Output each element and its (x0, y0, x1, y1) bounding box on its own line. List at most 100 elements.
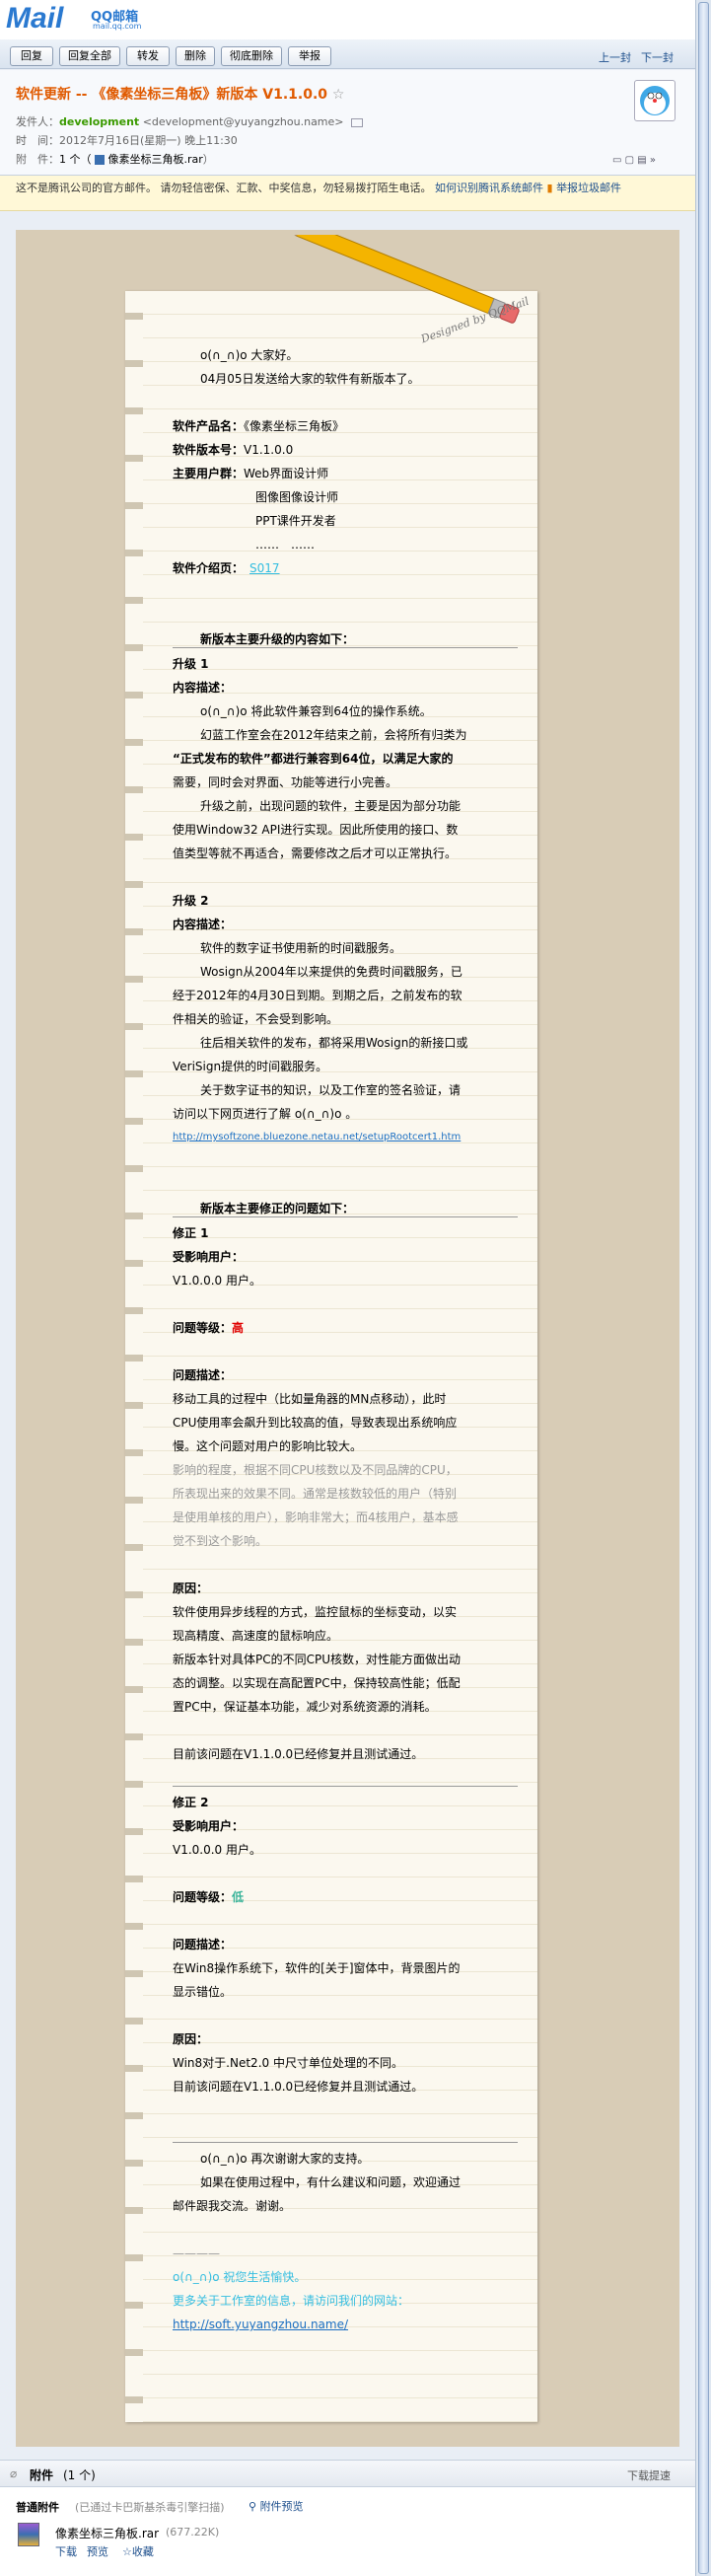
mail-toolbar: 回复 回复全部 转发 删除 彻底删除 举报 上一封 下一封 (0, 39, 695, 69)
upgrade2-line: 件相关的验证，不会受到影响。 (173, 1012, 339, 1026)
fix2-problem-line: 在Win8操作系统下，软件的[关于]窗体中，背景图片的 (173, 1961, 461, 1975)
logo-domain: mail.qq.com (93, 22, 142, 31)
fix2-level-row: 问题等级：低 (173, 1885, 518, 1909)
mail-header: 软件更新 -- 《像素坐标三角板》新版本 V1.1.0.0 ☆ 发件人：deve… (0, 70, 695, 176)
report-button[interactable]: 举报 (288, 46, 331, 66)
attachment-preview-all[interactable]: ⚲ 附件预览 (249, 2498, 304, 2514)
fix1-cause-line: 软件使用异步线程的方式，监控鼠标的坐标变动，以实 (173, 1605, 458, 1619)
fix1-cause-line: 现高精度、高速度的鼠标响应。 (173, 1629, 339, 1643)
upgrade1-line: “正式发布的软件”都进行兼容到64位，以满足大家的 (173, 747, 518, 771)
product-value: 《像素坐标三角板》 (244, 419, 345, 433)
upgrade1-line: 值类型等就不再适合，需要修改之后才可以正常执行。 (173, 846, 458, 860)
intro-page-row: 软件介绍页： S017 (173, 556, 518, 580)
divider (173, 1786, 518, 1787)
logo-mail-text: Mail (6, 2, 64, 35)
upgrade2-line: 软件的数字证书使用新的时间戳服务。 (200, 941, 402, 955)
attach-label: 附 件： (16, 153, 59, 166)
cause-label: 原因： (173, 1582, 209, 1595)
fix1-problem-line: 移动工具的过程中（比如量角器的MN点移动），此时 (173, 1392, 447, 1406)
users-row: 主要用户群：Web界面设计师 (173, 462, 518, 485)
fix1-note-line: 觉不到这个影响。 (173, 1534, 268, 1548)
favorite-link[interactable]: ☆收藏 (122, 2543, 154, 2559)
preview-all-label: 附件预览 (259, 2500, 304, 2513)
upgrade2-line: 往后相关软件的发布，都将采用Wosign的新接口或 (200, 1036, 468, 1050)
forward-button[interactable]: 转发 (126, 46, 170, 66)
time-label: 时 间： (16, 134, 59, 147)
rar-file-icon (95, 155, 105, 165)
preview-link[interactable]: 预览 (87, 2543, 108, 2559)
users-label: 主要用户群： (173, 467, 245, 480)
print-icon[interactable]: ▤ (637, 155, 646, 166)
security-warning: 这不是腾讯公司的官方邮件。 请勿轻信密保、汇款、中奖信息，勿轻易拨打陌生电话。 … (0, 176, 695, 211)
mail-subject: 软件更新 -- 《像素坐标三角板》新版本 V1.1.0.0 ☆ (16, 84, 344, 104)
vertical-scrollbar[interactable] (695, 0, 711, 2576)
closing-line: o(∩_∩)o 再次谢谢大家的支持。 (200, 2152, 370, 2166)
fix2-cause: Win8对于.Net2.0 中尺寸单位处理的不同。 (173, 2056, 403, 2070)
upgrade1-line-text: “正式发布的软件”都进行兼容到64位，以满足大家的 (173, 752, 454, 766)
download-speed-link[interactable]: 下载提速 (627, 2467, 671, 2483)
qqmail-logo[interactable]: Mail QQ邮箱 mail.qq.com (0, 0, 711, 39)
next-mail-link[interactable]: 下一封 (641, 49, 674, 65)
upgrade1-line: 需要，同时会对界面、功能等进行小完善。 (173, 775, 398, 789)
fix1-level-row: 问题等级：高 (173, 1316, 518, 1340)
fix1-cause-line: 新版本针对具体PC的不同CPU核数，对性能方面做出动 (173, 1653, 462, 1666)
level-low: 低 (232, 1890, 245, 1904)
fix1-cause-line: 置PC中，保证基本功能，减少对系统资源的消耗。 (173, 1700, 437, 1714)
paper-binding-holes (125, 291, 143, 2422)
reply-all-button[interactable]: 回复全部 (59, 46, 120, 66)
report-spam-link[interactable]: 举报垃圾邮件 (556, 182, 621, 194)
scrollbar-thumb[interactable] (698, 2, 709, 2574)
sender-name[interactable]: development (59, 115, 139, 128)
version-row: 软件版本号：V1.1.0.0 (173, 438, 518, 462)
attachment-file-name[interactable]: 像素坐标三角板.rar (55, 2525, 159, 2541)
reply-button[interactable]: 回复 (10, 46, 53, 66)
permanent-delete-button[interactable]: 彻底删除 (221, 46, 282, 66)
email-content: o(∩_∩)o 大家好。 04月05日发送给大家的软件有新版本了。 软件产品名：… (173, 343, 518, 2336)
affected-label: 受影响用户： (173, 1819, 245, 1833)
affected-label: 受影响用户： (173, 1250, 245, 1264)
user-group: PPT课件开发者 (255, 514, 336, 528)
fix1-status: 目前该问题在V1.1.0.0已经修复并且测试通过。 (173, 1747, 424, 1761)
product-label: 软件产品名： (173, 419, 245, 433)
problem-label: 问题描述： (173, 1368, 233, 1382)
new-window-icon[interactable]: ▢ (625, 155, 634, 166)
level-label: 问题等级： (173, 1890, 233, 1904)
prev-mail-link[interactable]: 上一封 (599, 49, 631, 65)
closing-line: 如果在使用过程中，有什么建议和问题，欢迎通过 (200, 2175, 462, 2189)
fix2-affected: V1.0.0.0 用户。 (173, 1843, 262, 1857)
subject-text: 软件更新 -- 《像素坐标三角板》新版本 V1.1.0.0 (16, 87, 327, 103)
fix1-problem-line: 慢。这个问题对用户的影响比较大。 (173, 1439, 363, 1453)
fix2-status: 目前该问题在V1.1.0.0已经修复并且测试通过。 (173, 2080, 424, 2094)
divider (173, 2142, 518, 2143)
fix1-affected: V1.0.0.0 用户。 (173, 1274, 262, 1288)
mail-time: 2012年7月16日(星期一) 晚上11:30 (59, 134, 238, 147)
intro-page-link[interactable]: S017 (244, 561, 280, 575)
paperclip-icon: ⌀ (10, 2466, 18, 2480)
upgrade2-line: 经于2012年的4月30日到期。到期之后，之前发布的软 (173, 989, 462, 1002)
user-group: …… …… (255, 538, 316, 552)
upgrade2-line: 关于数字证书的知识，以及工作室的签名验证，请 (200, 1083, 462, 1097)
delete-button[interactable]: 删除 (176, 46, 215, 66)
sender-email: <development@yuyangzhou.name> (142, 115, 344, 128)
fix1-note-line: 所表现出来的效果不同。通常是核数较低的用户（特别 (173, 1487, 458, 1501)
view-source-icon[interactable]: ▭ (612, 155, 621, 166)
fix1-cause-line: 态的调整。以实现在高配置PC中，保持较高性能；低配 (173, 1676, 461, 1690)
website-link[interactable]: http://soft.yuyangzhou.name/ (173, 2313, 518, 2336)
problem-label: 问题描述： (173, 1938, 233, 1951)
star-icon[interactable]: ☆ (332, 87, 345, 103)
intro-line: 04月05日发送给大家的软件有新版本了。 (200, 372, 420, 386)
rootcert-link[interactable]: http://mysoftzone.bluezone.netau.net/set… (173, 1126, 518, 1149)
sender-label: 发件人： (16, 115, 59, 128)
attach-count: 1 个（ (59, 153, 92, 166)
contact-card-icon[interactable] (351, 117, 364, 127)
attachment-file-size: (677.22K) (166, 2526, 220, 2539)
identify-mail-link[interactable]: 如何识别腾讯系统邮件 (435, 182, 543, 194)
more-chevron-icon[interactable]: » (650, 155, 656, 166)
attachment-row: 附 件：1 个（ 像素坐标三角板.rar） (16, 151, 214, 167)
download-link[interactable]: 下载 (55, 2543, 77, 2559)
sender-avatar[interactable] (634, 80, 675, 121)
user-group: 图像图像设计师 (255, 490, 339, 504)
version-value: V1.1.0.0 (244, 443, 294, 457)
header-attach-link[interactable]: 像素坐标三角板.rar (108, 153, 203, 166)
time-row: 时 间：2012年7月16日(星期一) 晚上11:30 (16, 132, 238, 148)
